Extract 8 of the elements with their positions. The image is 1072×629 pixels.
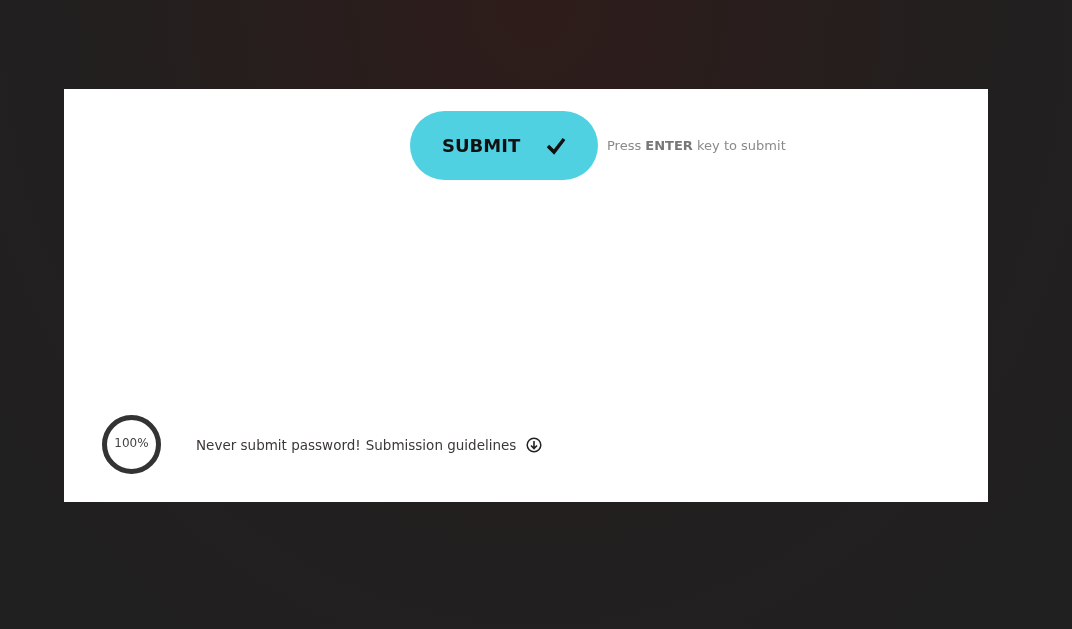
progress-reading: 100% xyxy=(113,436,150,450)
hint-text: Press ENTER key to submit xyxy=(607,138,786,153)
submit-button[interactable]: SUBMIT xyxy=(410,111,598,180)
progress-ring xyxy=(101,414,162,475)
check-icon xyxy=(546,136,566,155)
download-icon[interactable] xyxy=(526,436,543,453)
guidelines-link[interactable]: Submission guidelines xyxy=(365,436,517,453)
warning-text: Never submit password! xyxy=(196,436,361,453)
